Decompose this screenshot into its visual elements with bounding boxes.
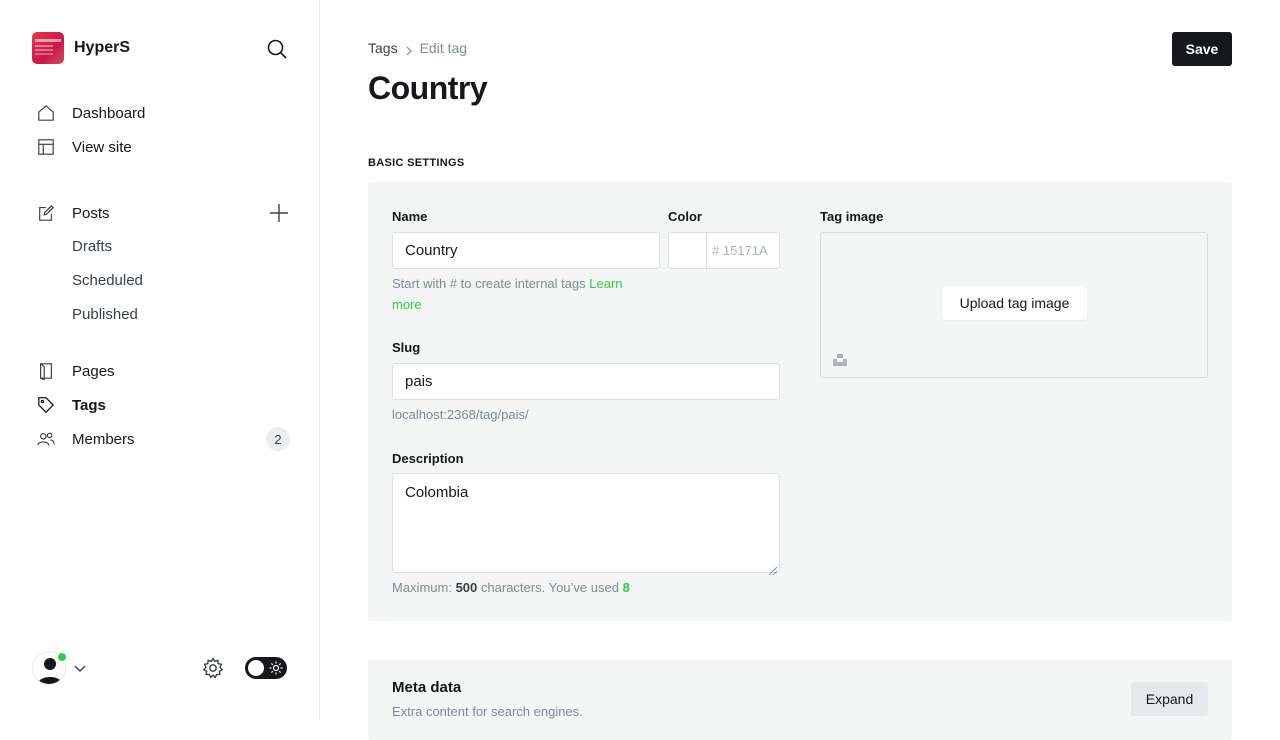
dark-mode-toggle[interactable] (245, 657, 287, 679)
search-icon[interactable] (265, 37, 289, 61)
resize-handle[interactable] (768, 562, 778, 576)
name-hint: Start with # to create internal tags Lea… (392, 273, 652, 315)
meta-data-panel: Meta data Extra content for search engin… (368, 660, 1232, 740)
breadcrumb-current: Edit tag (419, 40, 468, 56)
description-label: Description (392, 451, 464, 466)
color-label: Color (668, 209, 702, 224)
chevron-down-icon[interactable] (74, 661, 86, 673)
basic-settings-panel: Name Country Start with # to create inte… (368, 182, 1232, 621)
description-text: Colombia (405, 484, 469, 501)
unsplash-icon[interactable] (832, 352, 848, 368)
gear-icon[interactable] (202, 657, 224, 679)
online-status-dot (57, 652, 67, 662)
nav-dashboard-label: Dashboard (72, 104, 146, 122)
nav-posts[interactable]: Posts (36, 201, 110, 225)
tag-icon (36, 395, 56, 415)
tag-image-label: Tag image (820, 209, 884, 224)
pages-icon (36, 361, 56, 381)
slug-url-preview: localhost:2368/tag/pais/ (392, 407, 529, 422)
color-hash: # (712, 243, 720, 258)
nav-published[interactable]: Published (72, 306, 138, 323)
meta-data-subtitle: Extra content for search engines. (392, 704, 583, 719)
nav-tags-label: Tags (72, 396, 106, 414)
members-icon (36, 429, 56, 449)
desc-hint-max: 500 (455, 580, 478, 595)
meta-data-title: Meta data (392, 679, 462, 696)
brand[interactable]: HyperS (32, 32, 130, 64)
toggle-knob (248, 660, 264, 676)
color-placeholder: 15171A (722, 243, 768, 258)
desc-hint-prefix: Maximum: (392, 580, 452, 595)
breadcrumb: Tags Edit tag (368, 40, 467, 56)
name-hint-text: Start with # to create internal tags (392, 276, 586, 291)
upload-tag-image-button[interactable]: Upload tag image (942, 286, 1087, 320)
description-hint: Maximum: 500 characters. You’ve used 8 (392, 577, 630, 598)
main-content: Tags Edit tag Save Country BASIC SETTING… (320, 0, 1280, 740)
nav-posts-label: Posts (72, 204, 110, 222)
home-icon (36, 103, 56, 123)
sun-icon (269, 661, 283, 675)
breadcrumb-tags-link[interactable]: Tags (368, 40, 398, 56)
nav-dashboard[interactable]: Dashboard (36, 101, 145, 125)
new-post-plus-icon[interactable] (268, 202, 290, 224)
basic-settings-heading: BASIC SETTINGS (368, 157, 465, 169)
nav-tags[interactable]: Tags (36, 393, 106, 417)
desc-hint-used: 8 (622, 580, 630, 595)
slug-field[interactable]: pais (392, 363, 780, 400)
nav-pages-label: Pages (72, 362, 115, 380)
site-logo (32, 32, 64, 64)
members-count-badge: 2 (266, 427, 290, 451)
description-field[interactable]: Colombia (392, 473, 780, 576)
nav-members-label: Members (72, 430, 135, 448)
color-hex-field[interactable]: # 15171A (706, 232, 780, 269)
nav-members[interactable]: Members (36, 427, 135, 451)
desc-hint-mid: characters. You’ve used (480, 580, 619, 595)
slug-label: Slug (392, 340, 421, 355)
tag-image-dropzone[interactable]: Upload tag image (820, 232, 1208, 378)
nav-pages[interactable]: Pages (36, 359, 115, 383)
page-title: Country (368, 70, 488, 106)
nav-view-site[interactable]: View site (36, 135, 132, 159)
layout-icon (36, 137, 56, 157)
sidebar: HyperS Dashboard View site Posts Drafts … (0, 0, 320, 720)
chevron-right-icon (404, 43, 414, 56)
nav-drafts[interactable]: Drafts (72, 238, 112, 255)
name-field[interactable]: Country (392, 232, 660, 269)
site-name: HyperS (74, 39, 131, 56)
name-label: Name (392, 209, 428, 224)
save-button[interactable]: Save (1172, 32, 1232, 66)
nav-scheduled[interactable]: Scheduled (72, 272, 143, 289)
edit-icon (36, 203, 56, 223)
expand-button[interactable]: Expand (1131, 682, 1208, 716)
color-swatch[interactable] (668, 232, 706, 269)
nav-view-site-label: View site (72, 138, 132, 156)
